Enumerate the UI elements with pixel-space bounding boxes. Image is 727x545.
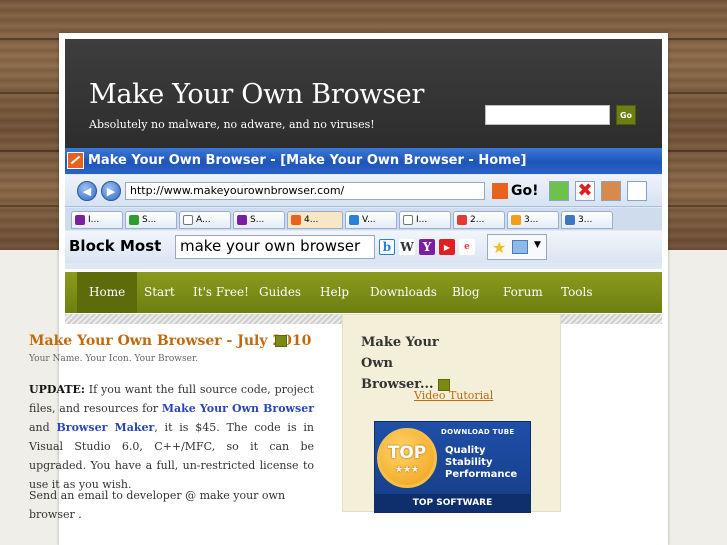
nav-guides[interactable]: Guides <box>259 272 301 313</box>
star-icon: ★ <box>492 238 507 257</box>
seal-text: TOP <box>387 443 427 463</box>
block-most-label: Block Most <box>69 237 162 255</box>
sidebar-widget: Make Your Own Browser... Video Tutorial … <box>342 314 561 513</box>
post-title-text[interactable]: Make Your Own Browser - July 2010 <box>29 333 311 349</box>
badge-line-stability: Stability <box>445 457 493 468</box>
banner-tab: I... <box>71 211 123 229</box>
dropdown-arrow-icon: ▼ <box>534 240 541 250</box>
stop-icon: ✖ <box>575 181 595 201</box>
banner-address-bar: ◀ ▶ http://www.makeyourownbrowser.com/ G… <box>65 175 662 207</box>
forward-arrow-icon: ▶ <box>101 181 121 201</box>
main-nav: Home Start It's Free! Guides Help Downlo… <box>65 272 662 313</box>
post-paragraph-2: Send an email to developer @ make your o… <box>29 489 286 521</box>
badge-line-quality: Quality <box>445 445 486 456</box>
wikipedia-icon: W <box>399 239 415 255</box>
new-page-icon <box>627 181 647 201</box>
link-make-your-own-browser[interactable]: Make Your Own Browser <box>162 402 314 415</box>
nav-help[interactable]: Help <box>320 272 349 313</box>
banner-tab: S... <box>125 211 177 229</box>
nav-home[interactable]: Home <box>77 272 138 313</box>
banner-tab-active: 4... <box>287 211 343 229</box>
back-arrow-icon: ◀ <box>77 181 97 201</box>
banner-tab: 2... <box>453 211 505 229</box>
site-tagline: Absolutely no malware, no adware, and no… <box>89 118 375 131</box>
badge-footer: TOP SOFTWARE <box>375 494 530 512</box>
video-tutorial-link[interactable]: Video Tutorial <box>414 389 493 402</box>
sidebar-title-text: Make Your Own Browser... <box>361 335 439 392</box>
search-input[interactable] <box>485 105 610 125</box>
banner-window-title: Make Your Own Browser - [Make Your Own B… <box>88 153 527 168</box>
top-software-badge[interactable]: TOP ★★★ DOWNLOAD TUBE Quality Stability … <box>374 421 531 513</box>
banner-go-button: Go! <box>492 181 539 201</box>
banner-search-field: make your own browser <box>175 235 375 259</box>
app-icon <box>67 152 84 169</box>
badge-lines: Quality Stability Performance <box>445 445 517 481</box>
ebay-icon: e <box>459 239 475 255</box>
badge-line-performance: Performance <box>445 469 518 480</box>
banner-go-label: Go! <box>511 183 539 199</box>
sidebar-title: Make Your Own Browser... <box>361 332 461 395</box>
top-seal-icon: TOP ★★★ <box>377 428 437 488</box>
nav-its-free[interactable]: It's Free! <box>193 272 249 313</box>
banner-tab: S... <box>233 211 285 229</box>
seal-stars: ★★★ <box>394 465 420 475</box>
badge-brand: DOWNLOAD TUBE <box>441 428 515 436</box>
bing-icon: b <box>379 239 395 255</box>
banner-tab-strip: I... S... A... S... 4... V... I... 2... … <box>65 208 662 230</box>
post-title-marker <box>275 335 287 347</box>
refresh-icon <box>549 181 569 201</box>
banner-search-toolbar: Block Most make your own browser b W Y ▶… <box>65 231 662 263</box>
post-title[interactable]: Make Your Own Browser - July 2010 <box>29 333 311 349</box>
go-icon <box>492 183 508 199</box>
home-icon <box>601 181 621 201</box>
banner-url-field: http://www.makeyourownbrowser.com/ <box>125 182 485 200</box>
youtube-icon: ▶ <box>439 239 455 255</box>
site-title[interactable]: Make Your Own Browser <box>89 79 424 110</box>
post-subtitle: Your Name. Your Icon. Your Browser. <box>29 354 199 364</box>
tools-icon <box>512 240 528 254</box>
browser-screenshot-banner: Make Your Own Browser - [Make Your Own B… <box>65 148 662 269</box>
banner-tab: 3... <box>561 211 613 229</box>
banner-title-bar: Make Your Own Browser - [Make Your Own B… <box>65 148 662 174</box>
favorites-area: ★ ▼ <box>487 234 547 260</box>
nav-tools[interactable]: Tools <box>561 272 593 313</box>
banner-tab: V... <box>345 211 397 229</box>
nav-blog[interactable]: Blog <box>452 272 480 313</box>
banner-tab: I... <box>399 211 451 229</box>
yahoo-icon: Y <box>419 239 435 255</box>
update-label: UPDATE: <box>29 383 85 396</box>
banner-tab: A... <box>179 211 231 229</box>
nav-forum[interactable]: Forum <box>503 272 543 313</box>
nav-start[interactable]: Start <box>144 272 175 313</box>
post-body: UPDATE: If you want the full source code… <box>29 380 314 494</box>
post-text-2: and <box>29 421 57 434</box>
banner-tab: 3... <box>507 211 559 229</box>
nav-downloads[interactable]: Downloads <box>370 272 437 313</box>
search-go-button[interactable]: Go <box>616 105 636 125</box>
site-header: Make Your Own Browser Absolutely no malw… <box>65 39 662 154</box>
link-browser-maker[interactable]: Browser Maker <box>57 421 155 434</box>
